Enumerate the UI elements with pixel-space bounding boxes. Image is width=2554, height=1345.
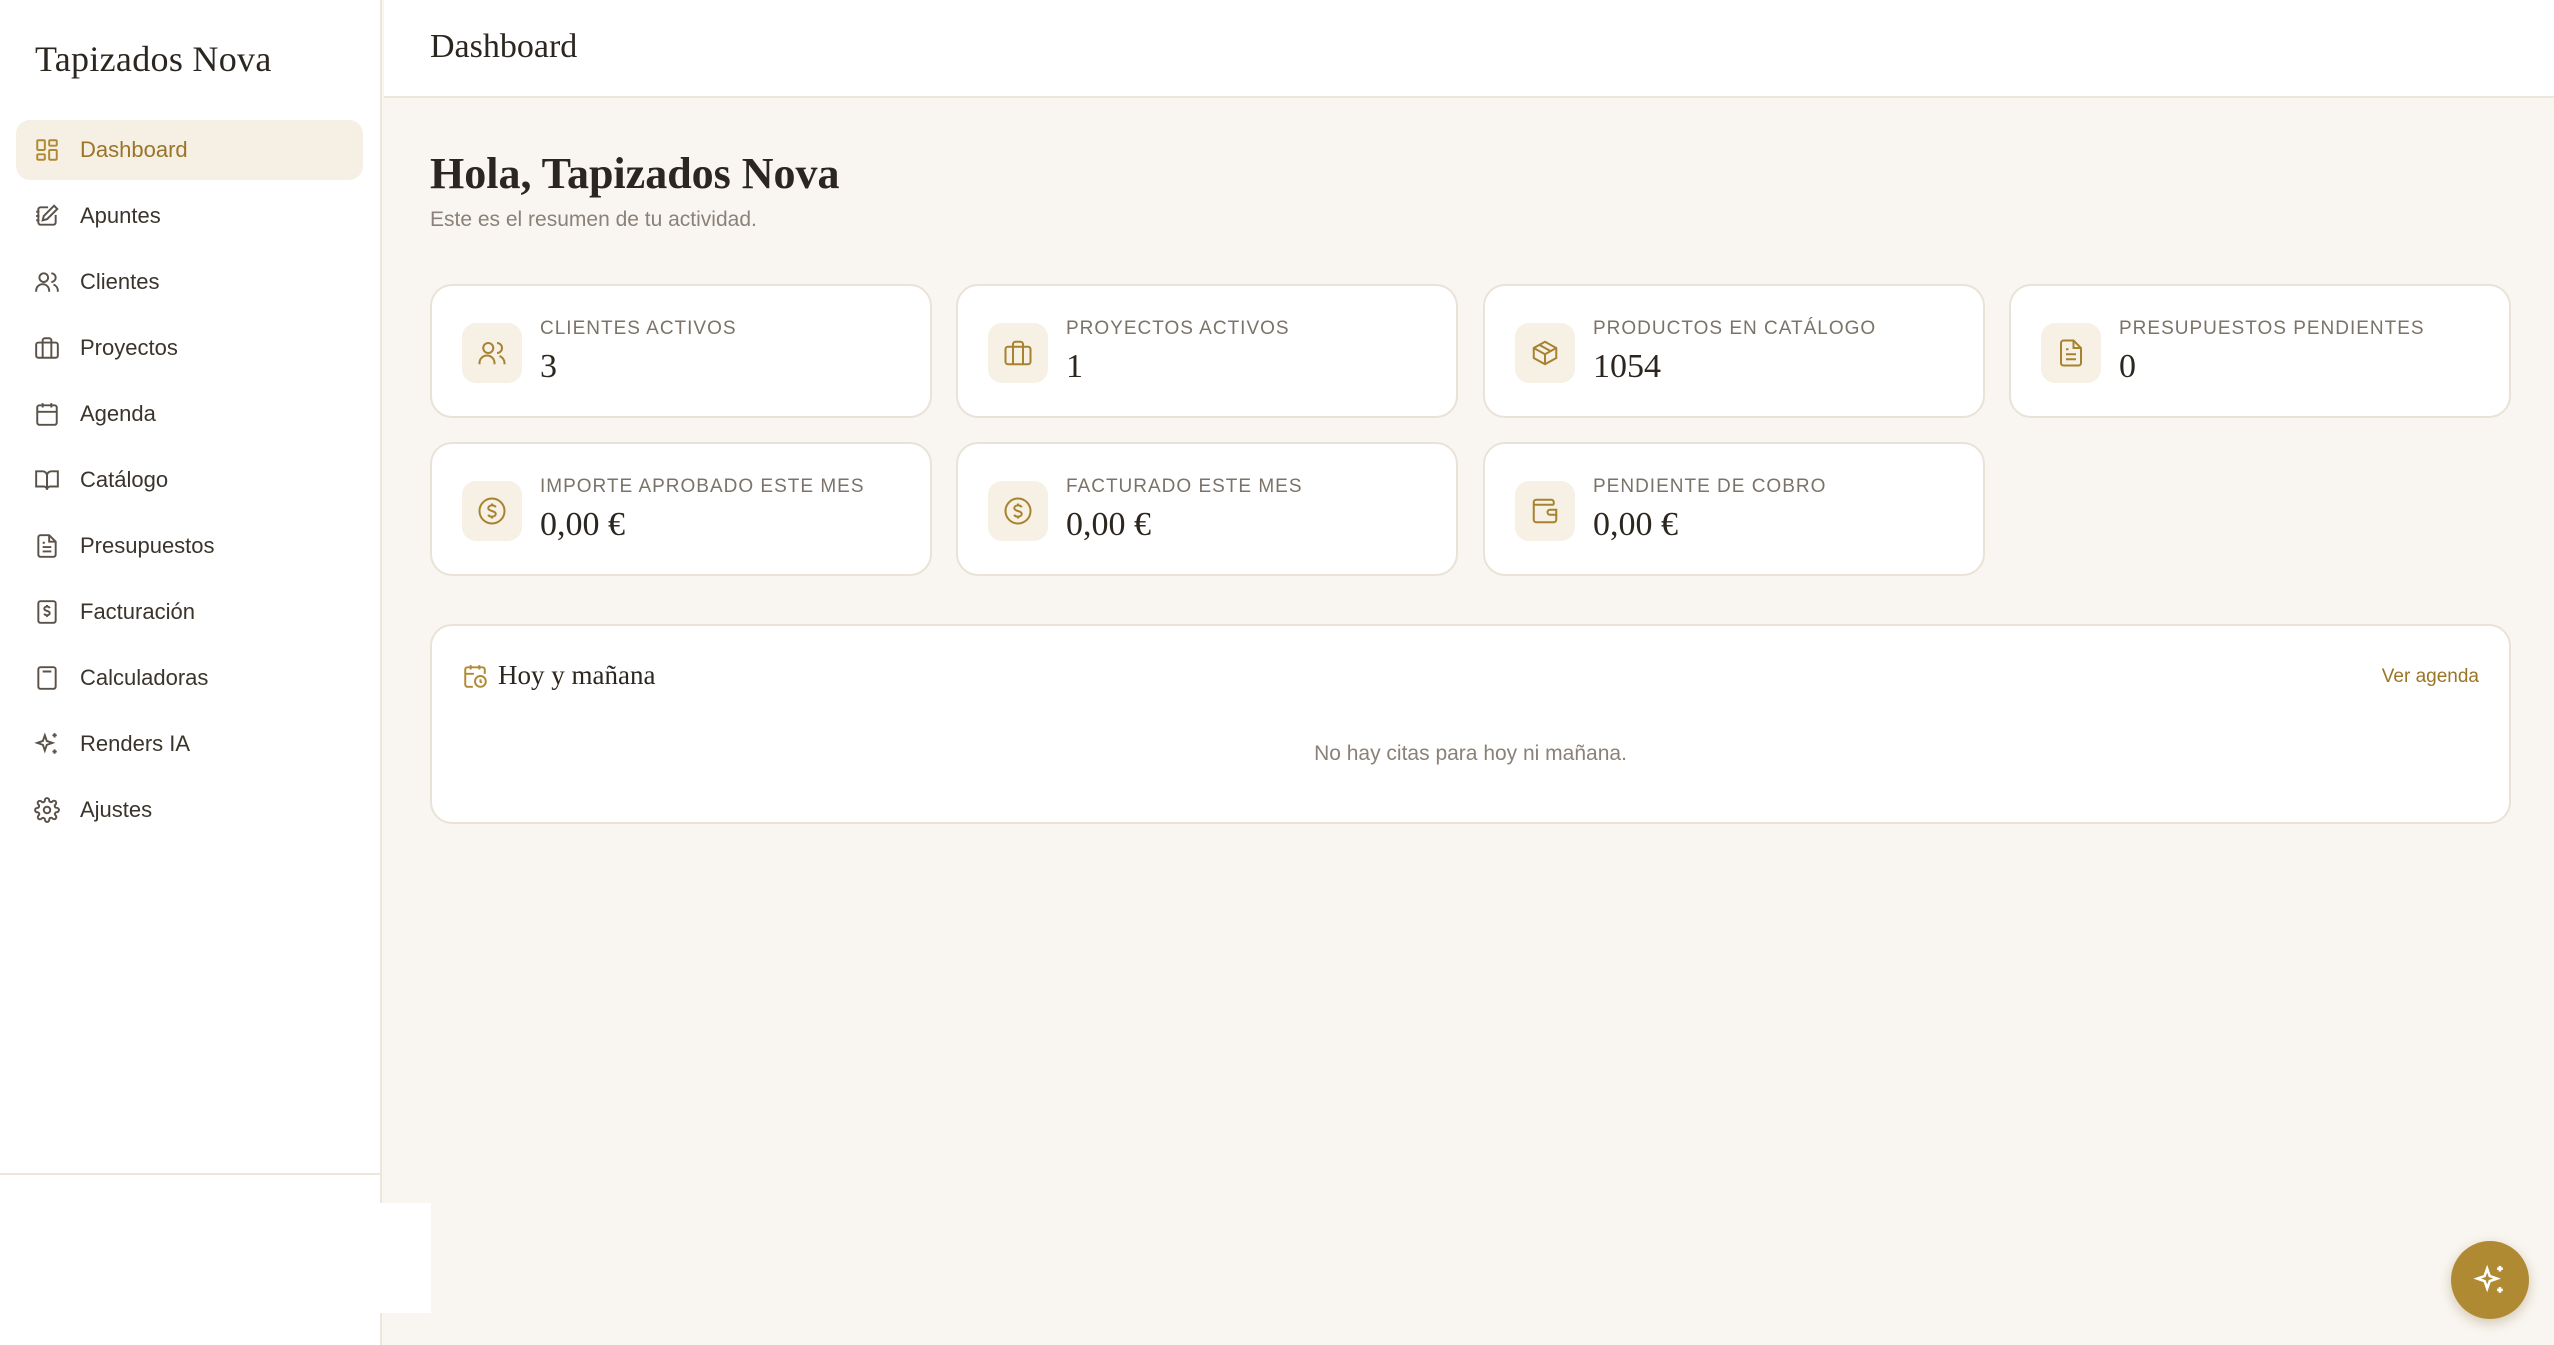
sidebar-item-label: Ajustes (80, 797, 153, 822)
notes-icon (34, 203, 60, 229)
sidebar-item-dashboard[interactable]: Dashboard (16, 120, 363, 180)
stat-label: PROYECTOS ACTIVOS (1066, 318, 1290, 339)
calendar-icon (34, 401, 60, 427)
stat-card-pendiente-cobro[interactable]: PENDIENTE DE COBRO 0,00 € (1483, 442, 1985, 576)
wallet-icon (1515, 481, 1575, 541)
users-icon (34, 269, 60, 295)
briefcase-icon (988, 323, 1048, 383)
sidebar-item-ajustes[interactable]: Ajustes (16, 780, 363, 840)
agenda-header: Hoy y mañana (462, 660, 655, 691)
sidebar-nav: Dashboard Apuntes Clientes Proyectos Age… (16, 120, 363, 846)
sidebar-item-label: Clientes (80, 269, 160, 294)
stat-label: PENDIENTE DE COBRO (1593, 476, 1827, 497)
sidebar-item-label: Presupuestos (80, 533, 215, 558)
gear-icon (34, 797, 60, 823)
document-icon (34, 533, 60, 559)
sidebar-item-facturacion[interactable]: Facturación (16, 582, 363, 642)
stat-value: 0,00 € (1066, 506, 1151, 543)
book-icon (34, 467, 60, 493)
stat-value: 0,00 € (540, 506, 625, 543)
briefcase-icon (34, 335, 60, 361)
sidebar-item-label: Dashboard (80, 137, 188, 162)
stat-card-productos-catalogo[interactable]: PRODUCTOS EN CATÁLOGO 1054 (1483, 284, 1985, 418)
dollar-circle-icon (462, 481, 522, 541)
stat-card-clientes-activos[interactable]: CLIENTES ACTIVOS 3 (430, 284, 932, 418)
stat-value: 0,00 € (1593, 506, 1678, 543)
stat-card-importe-aprobado[interactable]: IMPORTE APROBADO ESTE MES 0,00 € (430, 442, 932, 576)
document-icon (2041, 323, 2101, 383)
stat-value: 0 (2119, 348, 2136, 385)
sidebar-item-label: Facturación (80, 599, 195, 624)
stat-card-presupuestos-pendientes[interactable]: PRESUPUESTOS PENDIENTES 0 (2009, 284, 2511, 418)
view-agenda-link[interactable]: Ver agenda (2382, 666, 2479, 688)
sidebar-item-calculadoras[interactable]: Calculadoras (16, 648, 363, 708)
stat-label: PRESUPUESTOS PENDIENTES (2119, 318, 2425, 339)
sidebar-item-label: Apuntes (80, 203, 161, 228)
brand-logo-text[interactable]: Tapizados Nova (35, 38, 272, 80)
agenda-title: Hoy y mañana (498, 660, 656, 690)
sidebar-item-proyectos[interactable]: Proyectos (16, 318, 363, 378)
dashboard-grid-icon (34, 137, 60, 163)
sidebar-item-presupuestos[interactable]: Presupuestos (16, 516, 363, 576)
sidebar-item-renders-ia[interactable]: Renders IA (16, 714, 363, 774)
calculator-icon (34, 665, 60, 691)
page-title: Dashboard (430, 28, 578, 65)
sparkles-icon (2473, 1263, 2507, 1297)
sparkles-icon (34, 731, 60, 757)
sidebar-item-catalogo[interactable]: Catálogo (16, 450, 363, 510)
stat-value: 3 (540, 348, 557, 385)
users-icon (462, 323, 522, 383)
sidebar-item-agenda[interactable]: Agenda (16, 384, 363, 444)
sidebar-item-clientes[interactable]: Clientes (16, 252, 363, 312)
invoice-icon (34, 599, 60, 625)
stat-card-facturado[interactable]: FACTURADO ESTE MES 0,00 € (956, 442, 1458, 576)
top-bar: Dashboard (384, 0, 2554, 98)
stat-label: PRODUCTOS EN CATÁLOGO (1593, 318, 1877, 339)
agenda-panel: Hoy y mañana Ver agenda No hay citas par… (430, 624, 2511, 824)
sidebar-item-label: Renders IA (80, 731, 191, 756)
stat-value: 1 (1066, 348, 1083, 385)
stat-value: 1054 (1593, 348, 1661, 385)
sidebar-item-label: Proyectos (80, 335, 178, 360)
greeting-subtitle: Este es el resumen de tu actividad. (430, 208, 757, 231)
stat-label: FACTURADO ESTE MES (1066, 476, 1303, 497)
sidebar-item-label: Calculadoras (80, 665, 209, 690)
sidebar-footer-area (0, 1203, 431, 1313)
calendar-clock-icon (462, 663, 488, 689)
stat-label: CLIENTES ACTIVOS (540, 318, 737, 339)
greeting-heading: Hola, Tapizados Nova (430, 149, 840, 198)
sidebar-item-label: Agenda (80, 401, 156, 426)
ai-assistant-button[interactable] (2451, 1241, 2529, 1319)
sidebar-item-label: Catálogo (80, 467, 169, 492)
sidebar: Tapizados Nova Dashboard Apuntes Cliente… (0, 0, 382, 1345)
stat-card-proyectos-activos[interactable]: PROYECTOS ACTIVOS 1 (956, 284, 1458, 418)
dollar-circle-icon (988, 481, 1048, 541)
stat-label: IMPORTE APROBADO ESTE MES (540, 476, 865, 497)
sidebar-item-apuntes[interactable]: Apuntes (16, 186, 363, 246)
agenda-empty-message: No hay citas para hoy ni mañana. (1314, 742, 1627, 765)
package-icon (1515, 323, 1575, 383)
sidebar-footer-divider (0, 1173, 382, 1175)
